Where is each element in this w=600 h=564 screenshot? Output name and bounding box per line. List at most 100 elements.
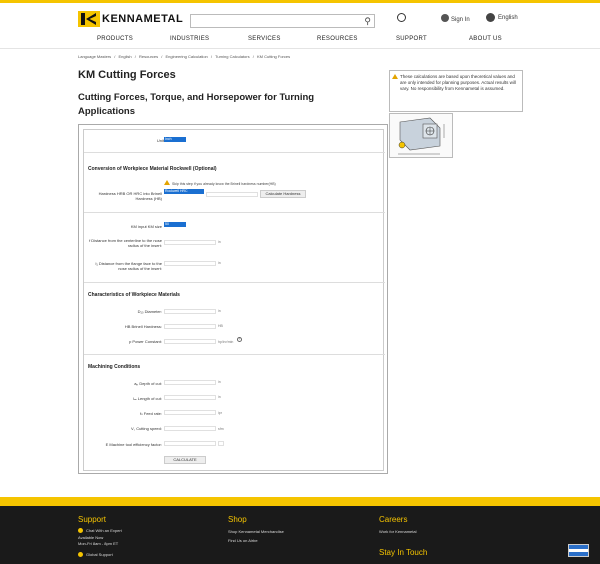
section-divider [84, 354, 385, 355]
nav-services[interactable]: SERVICES [248, 36, 281, 42]
brinell-input[interactable] [164, 324, 216, 329]
hardness-value-input[interactable] [206, 192, 258, 197]
page-title: KM Cutting Forces [78, 69, 176, 81]
nav-resources[interactable]: RESOURCES [317, 36, 358, 42]
f-distance-unit: in [218, 240, 221, 244]
footer-merch-link[interactable]: Shop Kennametal Merchandise [228, 529, 284, 534]
calculator-form: Unit Inch Conversion of Workpiece Materi… [78, 124, 388, 474]
cutting-speed-unit: sfm [218, 427, 224, 431]
disclaimer-text: These calculations are based upon theore… [400, 74, 516, 91]
l1-distance-unit: in [218, 261, 221, 265]
footer-global-support-label: Global Support [86, 552, 113, 557]
feed-rate-unit: ipr [218, 411, 222, 415]
globe-icon [78, 552, 83, 558]
footer-careers-title: Careers [379, 515, 408, 524]
crumb-current: KM Cutting Forces [256, 54, 291, 59]
diameter-unit: in [218, 309, 221, 313]
unit-label: Unit [156, 138, 164, 143]
hardness-label: Hardness HRB OR HRC into Brinell Hardnes… [98, 191, 162, 201]
sign-in-label: Sign In [451, 17, 470, 23]
calculate-hardness-button[interactable]: Calculate Hardness [260, 190, 306, 198]
help-icon[interactable]: ? [237, 337, 242, 342]
footer-chat-link[interactable]: Chat With an Expert [78, 528, 122, 534]
depth-of-cut-input[interactable] [164, 380, 216, 385]
language-icon [486, 13, 495, 22]
site-footer: Support Chat With an Expert Available No… [0, 506, 600, 564]
kennametal-logo[interactable]: KENNAMETAL [78, 11, 183, 27]
warning-icon [392, 74, 398, 79]
efficiency-spinner[interactable] [218, 441, 224, 446]
section-divider [84, 212, 385, 213]
efficiency-label: E Machine tool efficiency factor: [105, 442, 162, 447]
f-distance-label: f Distance from the centerline to the no… [89, 238, 162, 248]
footer-yellow-band [0, 497, 600, 506]
chat-icon [78, 528, 83, 534]
crumb-language-masters[interactable]: Language Masters [78, 54, 111, 59]
user-icon [441, 14, 449, 22]
crumb-sep: / [114, 54, 116, 59]
search-icon[interactable]: ⚲ [364, 16, 371, 27]
km-size-select[interactable]: 50 [164, 222, 186, 227]
machining-section-title: Machining Conditions [88, 364, 141, 370]
nav-products[interactable]: PRODUCTS [97, 36, 133, 42]
search-input[interactable]: ⚲ [190, 14, 375, 28]
language-selector[interactable]: English [486, 13, 518, 22]
diameter-input[interactable] [164, 309, 216, 314]
hardness-type-select[interactable]: Rockwell HRC [164, 189, 204, 194]
footer-find-us-link[interactable]: Find Us on Airbe [228, 538, 258, 543]
footer-support-title: Support [78, 515, 107, 524]
km-size-label: KM input KM size [130, 224, 162, 229]
nav-about-us[interactable]: ABOUT US [469, 36, 502, 42]
feed-rate-label: fₙ Feed rate: [139, 411, 162, 416]
nav-industries[interactable]: INDUSTRIES [170, 36, 209, 42]
nav-support[interactable]: SUPPORT [396, 36, 427, 42]
l1-distance-label: l₁ Distance from the flange face to the … [95, 261, 163, 271]
footer-global-support-link[interactable]: Global Support [78, 552, 113, 558]
disclaimer-notice: These calculations are based upon theore… [389, 70, 523, 112]
footer-work-link[interactable]: Work for Kennametal [379, 529, 417, 534]
crumb-resources[interactable]: Resources [139, 54, 158, 59]
breadcrumb: Language Masters / English / Resources /… [78, 54, 292, 59]
section-divider [84, 152, 385, 153]
brinell-label: HB Brinell Hardness: [124, 324, 162, 329]
main-nav: PRODUCTS INDUSTRIES SERVICES RESOURCES S… [0, 36, 600, 48]
cutting-speed-input[interactable] [164, 426, 216, 431]
language-label: English [498, 14, 518, 21]
length-of-cut-label: lₘ Length of cut: [133, 396, 162, 401]
footer-hours: Mon-Fri 8am - 8pm ET [78, 541, 119, 546]
skip-hint: Skip this step if you already know the B… [164, 180, 276, 186]
l1-distance-input[interactable] [164, 261, 216, 266]
tool-diagram-icon [398, 117, 445, 155]
section-divider [84, 282, 385, 283]
footer-chat-label: Chat With an Expert [86, 528, 122, 533]
sign-in-link[interactable]: Sign In [441, 13, 470, 23]
km-tool-diagram [389, 113, 453, 158]
crumb-engineering[interactable]: Engineering Calculation [166, 54, 208, 59]
page-subtitle: Cutting Forces, Torque, and Horsepower f… [78, 92, 315, 117]
unit-select[interactable]: Inch [164, 137, 186, 142]
logo-mark-icon [78, 11, 100, 27]
crumb-sep: / [210, 54, 213, 59]
conversion-section-title: Conversion of Workpiece Material Rockwel… [88, 166, 217, 172]
globe-icon [397, 13, 406, 22]
power-constant-label: p Power Constant: [129, 339, 162, 344]
diameter-label: D₁₀ Diameter: [137, 309, 162, 314]
efficiency-input[interactable] [164, 441, 216, 446]
cutting-speed-label: V꜀ Cutting speed: [131, 426, 162, 431]
power-constant-unit: hp/in³/min [218, 340, 234, 344]
calculate-button[interactable]: CALCULATE [164, 456, 206, 464]
country-selector[interactable] [397, 13, 409, 22]
crumb-english[interactable]: English [119, 54, 132, 59]
f-distance-input[interactable] [164, 240, 216, 245]
crumb-turning[interactable]: Turning Calculators [215, 54, 250, 59]
header-divider [0, 48, 600, 49]
brinell-unit: HB [218, 324, 223, 328]
skip-hint-text: Skip this step if you already know the B… [172, 182, 276, 186]
feed-rate-input[interactable] [164, 410, 216, 415]
length-of-cut-input[interactable] [164, 395, 216, 400]
footer-stay-in-touch-title: Stay In Touch [379, 548, 428, 557]
region-flag-icon[interactable] [568, 544, 589, 557]
length-of-cut-unit: in [218, 395, 221, 399]
power-constant-input[interactable] [164, 339, 216, 344]
logo-text: KENNAMETAL [102, 13, 184, 25]
